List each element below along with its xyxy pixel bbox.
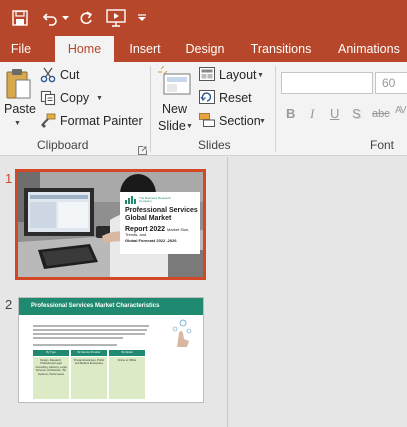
- slide2-title: Professional Services Market Characteris…: [31, 303, 160, 309]
- tab-insert[interactable]: Insert: [122, 36, 168, 62]
- slide-number-2: 2: [5, 297, 13, 312]
- new-slide-label-line2[interactable]: Slide: [158, 119, 186, 133]
- slide1-title-line3b: Market Size,: [167, 227, 190, 232]
- slides-group-label: Slides: [198, 138, 231, 152]
- new-slide-label-line1[interactable]: New: [162, 102, 187, 116]
- slide-number-1: 1: [5, 171, 13, 186]
- paste-dropdown-icon[interactable]: ▼: [14, 120, 21, 127]
- font-name-box[interactable]: [281, 72, 373, 94]
- ribbon-tabs: File Home Insert Design Transitions Anim…: [0, 36, 407, 62]
- reset-button[interactable]: Reset: [219, 91, 252, 105]
- tab-transitions[interactable]: Transitions: [246, 36, 316, 62]
- slide1-subtitle-line1: Trends, and: [125, 232, 147, 237]
- slide2-title-banner: Professional Services Market Characteris…: [19, 298, 203, 315]
- italic-button[interactable]: I: [310, 106, 314, 122]
- copy-icon[interactable]: [40, 90, 58, 106]
- layout-icon[interactable]: [199, 67, 217, 83]
- slide2-table-cell-1: Design, Research, Professional Legal Con…: [33, 357, 69, 399]
- company-logo-icon: [125, 196, 136, 204]
- ribbon-home: Paste ▼ Cut Copy ▼ Format Painter Clipbo…: [0, 62, 407, 156]
- slide2-body-text: [33, 325, 151, 346]
- slide-thumbnail-2[interactable]: Professional Services Market Characteris…: [18, 297, 204, 403]
- tab-design[interactable]: Design: [180, 36, 230, 62]
- start-from-beginning-icon[interactable]: [104, 6, 128, 30]
- cut-button[interactable]: Cut: [60, 68, 79, 82]
- slide1-subtitle-line2: Global Forecast 2022 -2026: [125, 238, 177, 243]
- section-button[interactable]: Section: [219, 114, 261, 128]
- title-card: The Business Research Company Profession…: [120, 192, 200, 254]
- layout-button[interactable]: Layout: [219, 68, 257, 82]
- group-separator: [275, 66, 276, 152]
- layout-dropdown-icon[interactable]: ▼: [257, 72, 264, 79]
- redo-icon[interactable]: [76, 6, 96, 30]
- slide2-table-cell-2: Private Enterprises, Public and Medium E…: [71, 357, 107, 399]
- clipboard-dialog-launcher-icon[interactable]: [138, 142, 147, 155]
- slide-thumbnail-1[interactable]: The Business Research Company Profession…: [15, 169, 206, 280]
- cut-icon[interactable]: [40, 67, 58, 83]
- undo-icon[interactable]: [40, 6, 60, 30]
- clipboard-group-label: Clipboard: [37, 138, 89, 152]
- paste-button[interactable]: Paste: [4, 102, 36, 116]
- group-separator: [150, 66, 151, 152]
- underline-button[interactable]: U: [330, 106, 339, 121]
- new-slide-icon[interactable]: [158, 65, 192, 100]
- copy-dropdown-icon[interactable]: ▼: [96, 95, 103, 102]
- font-size-value: 60: [382, 76, 396, 90]
- tab-file[interactable]: File: [4, 36, 38, 62]
- powerpoint-window: File Home Insert Design Transitions Anim…: [0, 0, 407, 427]
- paste-icon[interactable]: [4, 68, 34, 102]
- slide2-table-cell-3: Online or Offline: [109, 357, 145, 399]
- company-logo-text: The Business Research Company: [139, 196, 171, 203]
- quick-access-toolbar: [0, 0, 407, 36]
- bold-button[interactable]: B: [286, 106, 295, 121]
- undo-dropdown-icon[interactable]: [60, 6, 70, 30]
- slide2-table-header-1: By Type: [33, 350, 69, 356]
- slide2-table: By Type By Service Provider By Model Des…: [33, 350, 147, 400]
- tab-animations[interactable]: Animations: [332, 36, 407, 62]
- section-dropdown-icon[interactable]: ▼: [259, 118, 266, 125]
- font-group-label: Font: [370, 138, 395, 152]
- font-size-box[interactable]: 60: [375, 72, 407, 94]
- reset-icon[interactable]: [199, 90, 217, 106]
- copy-button[interactable]: Copy: [60, 91, 89, 105]
- tab-home[interactable]: Home: [55, 36, 114, 62]
- character-spacing-button[interactable]: AV: [395, 105, 407, 116]
- slide1-title-line1: Professional Services: [125, 207, 198, 214]
- save-icon[interactable]: [8, 6, 32, 30]
- slide2-table-header-2: By Service Provider: [71, 350, 107, 356]
- shadow-button[interactable]: S: [352, 106, 361, 121]
- slide-editor-area[interactable]: [228, 157, 407, 427]
- format-painter-button[interactable]: Format Painter: [60, 114, 143, 128]
- slide2-table-header-3: By Model: [109, 350, 145, 356]
- customize-qat-icon[interactable]: [136, 6, 148, 30]
- hand-touch-icon: [172, 319, 192, 347]
- slide1-title-line2: Global Market: [125, 215, 172, 222]
- format-painter-icon[interactable]: [40, 113, 58, 129]
- section-icon[interactable]: [199, 113, 217, 129]
- strikethrough-button[interactable]: abc: [372, 108, 390, 120]
- new-slide-dropdown-icon[interactable]: ▼: [186, 123, 193, 130]
